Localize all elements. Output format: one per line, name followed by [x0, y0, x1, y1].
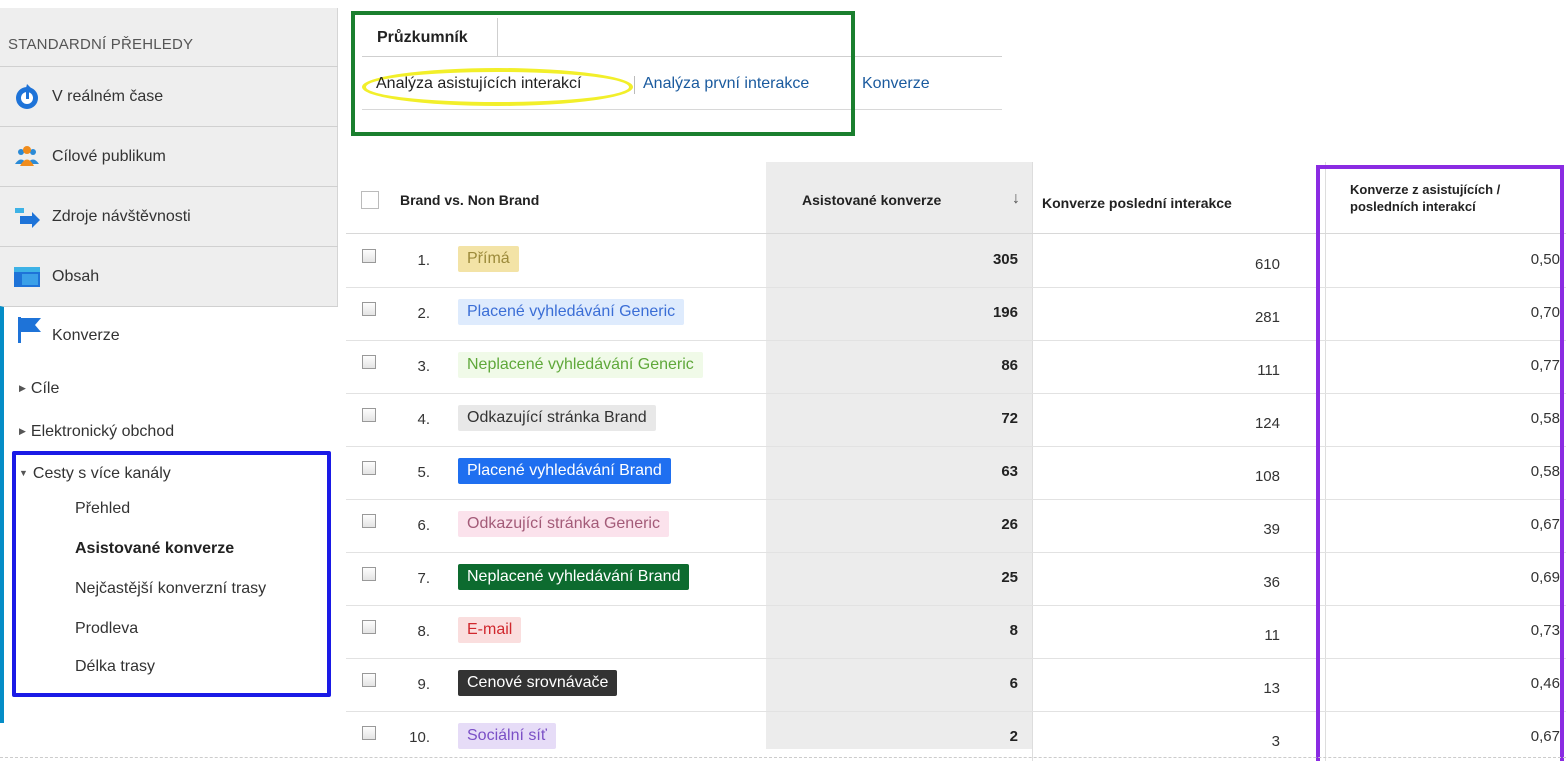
nav-item-label: Zdroje návštěvnosti [52, 207, 191, 225]
assisted-conversions-value: 26 [1001, 516, 1018, 533]
channel-label[interactable]: Sociální síť [458, 723, 556, 749]
sidebar-item-top-paths[interactable]: Nejčastější konverzní trasy [75, 580, 266, 598]
multichannel-highlight-box [12, 451, 331, 697]
traffic-sources-icon [12, 202, 42, 232]
last-interaction-value: 36 [1263, 574, 1280, 591]
ratio-column-highlight-box [1316, 165, 1564, 761]
header-assisted-conversions[interactable]: Asistované konverze [802, 192, 941, 208]
row-checkbox[interactable] [362, 514, 376, 528]
triangle-right-icon: ▶ [19, 383, 26, 393]
nav-item-label: Obsah [52, 267, 100, 285]
last-interaction-value: 111 [1257, 362, 1280, 379]
channel-label[interactable]: Neplacené vyhledávání Generic [458, 352, 703, 378]
channel-label[interactable]: Cenové srovnávače [458, 670, 618, 696]
assisted-conversions-value: 63 [1001, 463, 1018, 480]
assisted-conversions-value: 72 [1001, 410, 1018, 427]
row-number: 1. [417, 252, 430, 269]
row-number: 4. [417, 411, 430, 428]
sidebar-item-ecommerce[interactable]: ▶ Elektronický obchod [19, 423, 174, 441]
assisted-conversions-value: 6 [1009, 675, 1018, 692]
flag-icon [14, 315, 44, 345]
channel-label[interactable]: Odkazující stránka Brand [458, 405, 656, 431]
row-number: 5. [417, 464, 430, 481]
last-interaction-value: 3 [1271, 733, 1280, 750]
row-number: 10. [409, 729, 430, 746]
row-checkbox[interactable] [362, 673, 376, 687]
row-checkbox[interactable] [362, 302, 376, 316]
last-interaction-value: 11 [1264, 627, 1280, 644]
triangle-right-icon: ▶ [19, 426, 26, 436]
explorer-highlight-box [351, 11, 855, 136]
triangle-down-icon: ▼ [19, 468, 28, 478]
row-checkbox[interactable] [362, 726, 376, 740]
last-interaction-value: 281 [1254, 309, 1280, 326]
sidebar-item-time-lag[interactable]: Prodleva [75, 620, 138, 638]
row-number: 2. [417, 305, 430, 322]
row-checkbox[interactable] [362, 355, 376, 369]
last-interaction-value: 13 [1263, 680, 1280, 697]
sort-descending-icon[interactable]: ↓ [1012, 190, 1020, 208]
last-interaction-value: 108 [1254, 468, 1280, 485]
row-number: 8. [417, 623, 430, 640]
channel-label[interactable]: Odkazující stránka Generic [458, 511, 669, 537]
row-checkbox[interactable] [362, 620, 376, 634]
realtime-icon [12, 82, 42, 112]
assisted-conversions-value: 305 [992, 251, 1018, 268]
nav-item-label: Cílové publikum [52, 147, 166, 165]
sidebar-item-overview[interactable]: Přehled [75, 500, 130, 518]
header-dimension[interactable]: Brand vs. Non Brand [400, 192, 539, 208]
sidebar: STANDARDNÍ PŘEHLEDY V reálném čase Cílov… [0, 0, 338, 761]
row-checkbox[interactable] [362, 249, 376, 263]
row-checkbox[interactable] [362, 408, 376, 422]
nav-item-conversions-label[interactable]: Konverze [52, 327, 120, 345]
nav-item-realtime[interactable]: V reálném čase [0, 66, 338, 126]
channel-label[interactable]: Placené vyhledávání Brand [458, 458, 671, 484]
channel-label[interactable]: Neplacené vyhledávání Brand [458, 564, 690, 590]
header-last-interaction-conversions[interactable]: Konverze poslední interakce [1042, 195, 1232, 211]
assisted-conversions-value: 8 [1009, 622, 1018, 639]
nav-item-audience[interactable]: Cílové publikum [0, 126, 338, 186]
assisted-conversions-value: 86 [1001, 357, 1018, 374]
sidebar-item-path-length[interactable]: Délka trasy [75, 658, 155, 676]
select-all-checkbox[interactable] [361, 191, 379, 209]
subtab-conversions[interactable]: Konverze [862, 75, 930, 93]
channel-label[interactable]: Přímá [458, 246, 519, 272]
row-checkbox[interactable] [362, 461, 376, 475]
row-number: 3. [417, 358, 430, 375]
nav-item-traffic-sources[interactable]: Zdroje návštěvnosti [0, 186, 338, 246]
row-number: 7. [417, 570, 430, 587]
audience-icon [12, 142, 42, 172]
last-interaction-value: 39 [1263, 521, 1280, 538]
sidebar-heading: STANDARDNÍ PŘEHLEDY [8, 36, 194, 53]
row-checkbox[interactable] [362, 567, 376, 581]
assisted-conversions-value: 2 [1009, 728, 1018, 745]
sidebar-item-assisted-conversions[interactable]: Asistované konverze [75, 540, 234, 558]
nav-item-content[interactable]: Obsah [0, 246, 338, 306]
nav-item-label: V reálném čase [52, 87, 164, 105]
content-icon [12, 262, 42, 292]
channel-label[interactable]: Placené vyhledávání Generic [458, 299, 685, 325]
last-interaction-value: 610 [1254, 256, 1280, 273]
assisted-conversions-value: 25 [1001, 569, 1018, 586]
bottom-dashed-line [0, 757, 1566, 758]
assisted-conversions-value: 196 [992, 304, 1018, 321]
channel-label[interactable]: E-mail [458, 617, 522, 643]
row-number: 9. [417, 676, 430, 693]
row-number: 6. [417, 517, 430, 534]
sidebar-item-multichannel[interactable]: ▼ Cesty s více kanály [19, 465, 171, 483]
sidebar-item-goals[interactable]: ▶ Cíle [19, 380, 59, 398]
last-interaction-value: 124 [1254, 415, 1280, 432]
